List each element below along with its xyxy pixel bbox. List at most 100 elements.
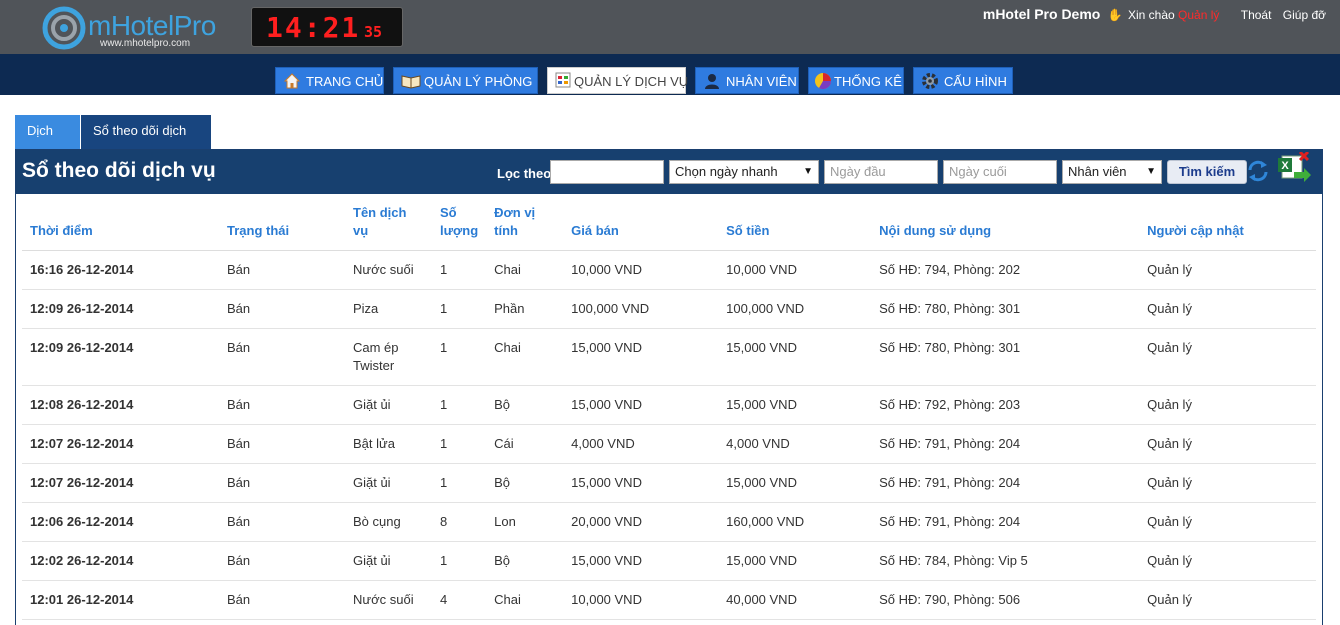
- dropdown-arrow-icon: ▼: [803, 166, 813, 177]
- start-date-field[interactable]: Ngày đầu: [824, 160, 938, 184]
- dropdown-arrow-icon: ▼: [1146, 166, 1156, 177]
- cell-usage: Số HĐ: 780, Phòng: 301: [871, 289, 1140, 329]
- cell-quantity: 1: [432, 385, 487, 425]
- cell-status: Bán: [219, 385, 345, 425]
- app-logo[interactable]: mHotelPro www.mhotelpro.com: [42, 6, 222, 50]
- cell-time: 16:16 26-12-2014: [22, 250, 219, 290]
- tab-service-log[interactable]: Sổ theo dõi dịch vụ: [81, 115, 211, 170]
- quick-date-value: Chọn ngày nhanh: [675, 164, 778, 179]
- greeting-text: Xin chào: [1127, 8, 1175, 22]
- filter-input[interactable]: [550, 160, 664, 184]
- col-amount[interactable]: Số tiền: [718, 194, 872, 251]
- nav-label: TRANG CHỦ: [306, 74, 384, 89]
- cell-unit: Bộ: [486, 541, 564, 581]
- cell-updated-by: Quản lý: [1139, 580, 1316, 620]
- col-price[interactable]: Giá bán: [563, 194, 719, 251]
- col-time[interactable]: Thời điểm: [22, 194, 219, 251]
- cell-amount: 40,000 VND: [718, 580, 872, 620]
- table-row[interactable]: 12:01 26-12-2014 Bán Nước suối 4 Chai 10…: [22, 580, 1316, 620]
- service-log-panel: Sổ theo dõi dịch vụ Lọc theo: Chọn ngày …: [15, 149, 1323, 625]
- end-date-field[interactable]: Ngày cuối: [943, 160, 1057, 184]
- cell-updated-by: Quản lý: [1139, 385, 1316, 425]
- cell-usage: Số HĐ: 792, Phòng: 203: [871, 385, 1140, 425]
- cell-time: 12:06 26-12-2014: [22, 502, 219, 542]
- help-link[interactable]: Giúp đỡ: [1283, 8, 1326, 22]
- home-icon: [283, 72, 301, 90]
- table-row[interactable]: 16:16 26-12-2014 Bán Nước suối 1 Chai 10…: [22, 250, 1316, 290]
- cell-time: 12:09 26-12-2014: [22, 328, 219, 386]
- table-row[interactable]: 12:09 26-12-2014 Bán Piza 1 Phần 100,000…: [22, 289, 1316, 329]
- cell-quantity: 1: [432, 328, 487, 386]
- cell-price: 15,000 VND: [563, 385, 719, 425]
- cell-amount: 160,000 VND: [718, 502, 872, 542]
- cell-quantity: 1: [432, 250, 487, 290]
- table-row[interactable]: 12:07 26-12-2014 Bán Bật lửa 1 Cái 4,000…: [22, 424, 1316, 464]
- cell-unit: Chai: [486, 250, 564, 290]
- cell-service-name: Bật lửa: [345, 424, 432, 464]
- cell-usage: Số HĐ: 791, Phòng: 204: [871, 424, 1140, 464]
- table-row[interactable]: 12:08 26-12-2014 Bán Giặt ủi 1 Bộ 15,000…: [22, 385, 1316, 425]
- cell-amount: 4,000 VND: [718, 424, 872, 464]
- nav-services[interactable]: QUẢN LÝ DỊCH VỤ: [547, 67, 689, 94]
- search-button[interactable]: Tìm kiếm: [1167, 160, 1247, 184]
- table-header-row: Thời điểm Trạng thái Tên dịch vụ Số lượn…: [22, 194, 1316, 251]
- cell-quantity: 1: [432, 289, 487, 329]
- cell-status: Bán: [219, 424, 345, 464]
- main-nav: TRANG CHỦ QUẢN LÝ PHÒNG QUẢN LÝ DỊCH VỤ …: [0, 54, 1340, 95]
- table-row[interactable]: 12:06 26-12-2014 Bán Bò cụng 8 Lon 20,00…: [22, 502, 1316, 542]
- cell-price: 15,000 VND: [563, 463, 719, 503]
- cell-amount: 15,000 VND: [718, 385, 872, 425]
- panel-header: Sổ theo dõi dịch vụ Lọc theo: Chọn ngày …: [16, 150, 1322, 194]
- nav-label: NHÂN VIÊN: [726, 74, 797, 89]
- cell-unit: Chai: [486, 580, 564, 620]
- nav-label: THỐNG KÊ: [834, 74, 902, 89]
- clock-hours-minutes: 14:21: [266, 11, 361, 44]
- cell-service-name: Nước suối: [345, 250, 432, 290]
- cell-service-name: Giặt ủi: [345, 385, 432, 425]
- nav-label: QUẢN LÝ DỊCH VỤ: [574, 74, 689, 89]
- nav-settings[interactable]: CẤU HÌNH: [913, 67, 1013, 94]
- nav-label: QUẢN LÝ PHÒNG: [424, 74, 533, 89]
- col-unit[interactable]: Đơn vị tính: [486, 194, 564, 251]
- cell-quantity: 4: [432, 580, 487, 620]
- cell-amount: 15,000 VND: [718, 541, 872, 581]
- nav-label: CẤU HÌNH: [944, 74, 1007, 89]
- cell-amount: 100,000 VND: [718, 289, 872, 329]
- nav-statistics[interactable]: THỐNG KÊ: [808, 67, 904, 94]
- quick-date-select[interactable]: Chọn ngày nhanh ▼: [669, 160, 819, 184]
- col-updated-by[interactable]: Người cập nhật: [1139, 194, 1316, 251]
- col-quantity[interactable]: Số lượng: [432, 194, 487, 251]
- cell-status: Bán: [219, 289, 345, 329]
- col-usage[interactable]: Nội dung sử dụng: [871, 194, 1140, 251]
- staff-select[interactable]: Nhân viên ▼: [1062, 160, 1162, 184]
- cell-price: 15,000 VND: [563, 328, 719, 386]
- cell-status: Bán: [219, 463, 345, 503]
- table-row[interactable]: 12:09 26-12-2014 Bán Cam ép Twister 1 Ch…: [22, 328, 1316, 386]
- excel-export-icon[interactable]: X: [1278, 150, 1312, 184]
- cell-service-name: Cam ép Twister: [345, 328, 432, 386]
- cell-unit: Phần: [486, 289, 564, 329]
- logo-url: www.mhotelpro.com: [100, 38, 191, 49]
- cell-usage: Số HĐ: 791, Phòng: 204: [871, 463, 1140, 503]
- cell-usage: Số HĐ: 784, Phòng: Vip 5: [871, 541, 1140, 581]
- table-row[interactable]: 12:07 26-12-2014 Bán Giặt ủi 1 Bộ 15,000…: [22, 463, 1316, 503]
- col-status[interactable]: Trạng thái: [219, 194, 345, 251]
- logout-link[interactable]: Thoát: [1241, 8, 1272, 22]
- col-service-name[interactable]: Tên dịch vụ: [345, 194, 432, 251]
- cell-price: 10,000 VND: [563, 250, 719, 290]
- tab-services[interactable]: Dịch vụ: [15, 115, 80, 170]
- table-row[interactable]: 12:02 26-12-2014 Bán Giặt ủi 1 Bộ 15,000…: [22, 541, 1316, 581]
- cell-updated-by: Quản lý: [1139, 289, 1316, 329]
- nav-staff[interactable]: NHÂN VIÊN: [695, 67, 799, 94]
- nav-rooms[interactable]: QUẢN LÝ PHÒNG: [393, 67, 538, 94]
- user-icon: [703, 72, 721, 90]
- current-user[interactable]: Quản lý: [1178, 8, 1219, 22]
- table-body: 16:16 26-12-2014 Bán Nước suối 1 Chai 10…: [22, 250, 1316, 620]
- refresh-icon[interactable]: [1246, 159, 1270, 183]
- cell-unit: Bộ: [486, 385, 564, 425]
- nav-home[interactable]: TRANG CHỦ: [275, 67, 384, 94]
- cell-updated-by: Quản lý: [1139, 250, 1316, 290]
- cell-time: 12:02 26-12-2014: [22, 541, 219, 581]
- cell-time: 12:01 26-12-2014: [22, 580, 219, 620]
- pie-chart-icon: [814, 72, 832, 90]
